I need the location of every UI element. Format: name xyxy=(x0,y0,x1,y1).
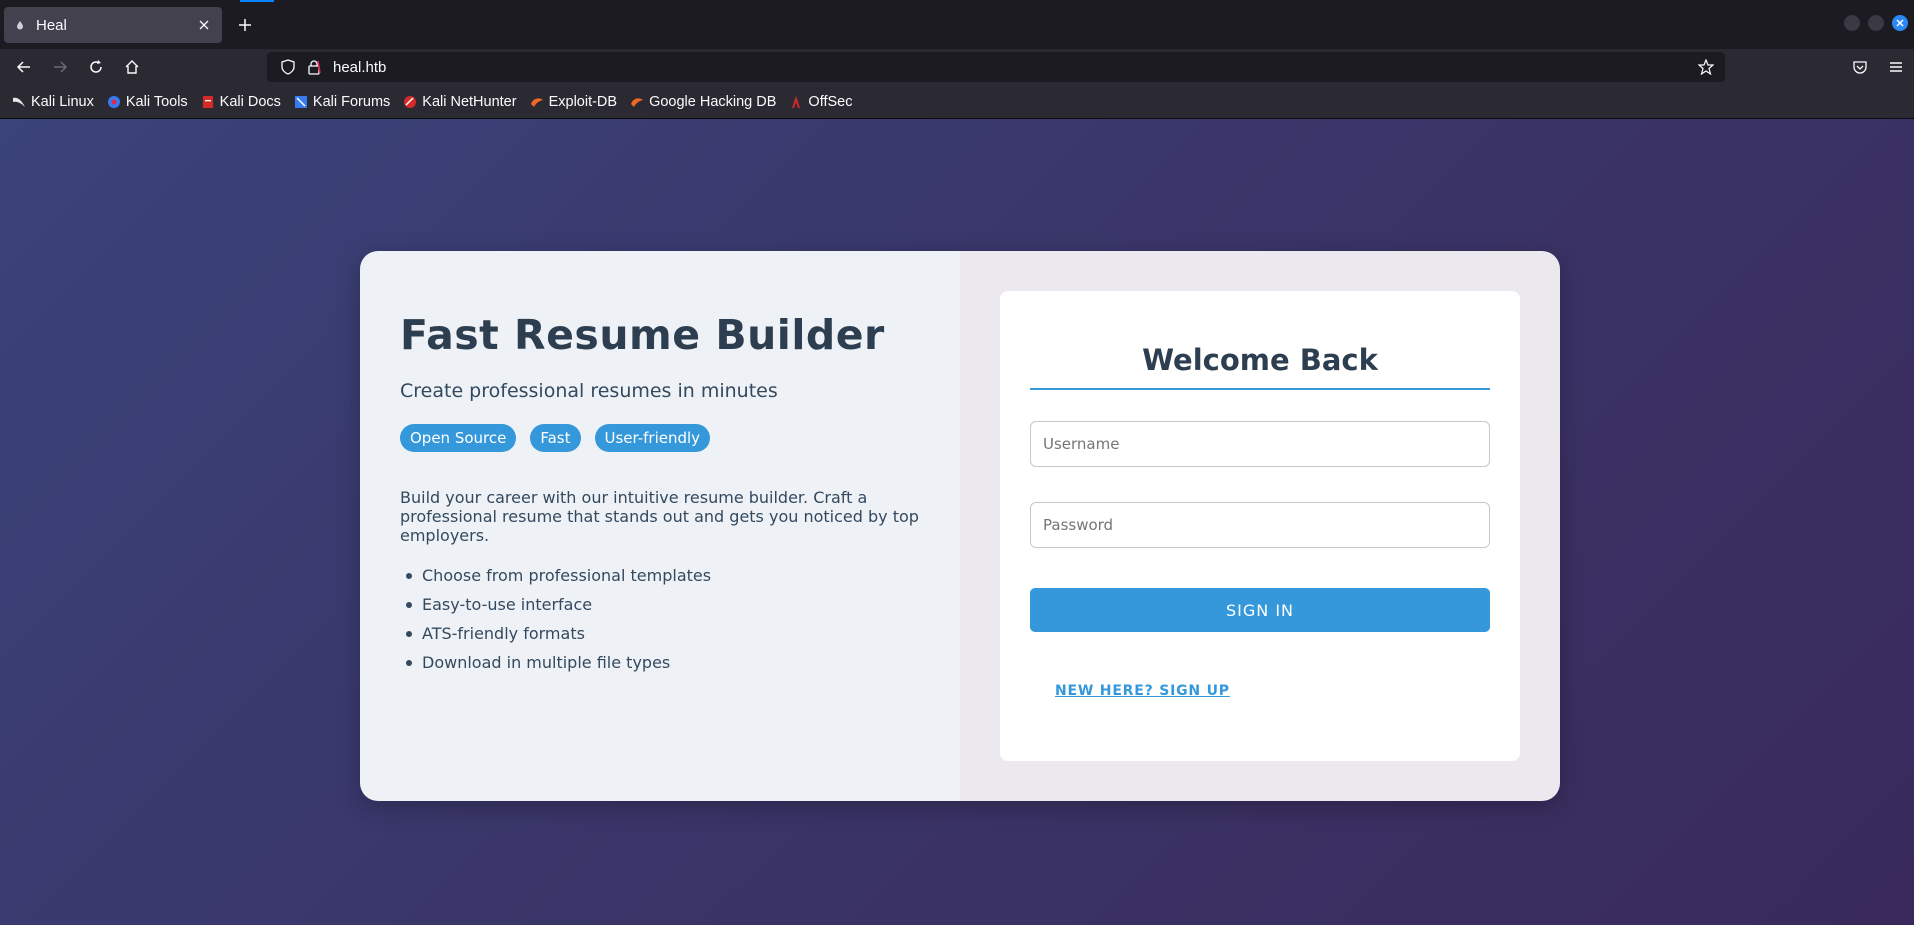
browser-tab[interactable]: Heal xyxy=(4,7,222,43)
bookmark-kali-nethunter[interactable]: Kali NetHunter xyxy=(402,93,517,110)
kali-docs-icon xyxy=(200,94,216,110)
login-card: Fast Resume Builder Create professional … xyxy=(360,251,1560,801)
username-input[interactable] xyxy=(1030,421,1490,467)
list-item: Download in multiple file types xyxy=(400,648,920,677)
bookmark-kali-docs[interactable]: Kali Docs xyxy=(200,94,281,110)
exploit-db-icon xyxy=(529,94,545,110)
close-icon xyxy=(1896,19,1904,27)
window-controls xyxy=(1844,15,1914,31)
list-item: Choose from professional templates xyxy=(400,561,920,590)
bookmark-label: Kali NetHunter xyxy=(422,93,517,110)
bookmark-label: Exploit-DB xyxy=(548,93,618,110)
bullet-icon xyxy=(406,659,412,666)
password-input[interactable] xyxy=(1030,502,1490,548)
bookmark-label: OffSec xyxy=(808,93,853,110)
pocket-button[interactable] xyxy=(1846,53,1874,81)
feature-list: Choose from professional templates Easy-… xyxy=(400,561,920,677)
offsec-icon xyxy=(788,94,804,110)
window-close-button[interactable] xyxy=(1892,15,1908,31)
login-panel: Welcome Back SIGN IN NEW HERE? SIGN UP xyxy=(960,251,1560,801)
reload-icon xyxy=(90,60,102,73)
feature-text: Download in multiple file types xyxy=(422,653,671,673)
kali-dragon-icon xyxy=(11,94,27,110)
tab-title: Heal xyxy=(36,16,67,34)
minimize-button[interactable] xyxy=(1844,15,1860,31)
lock-icon[interactable] xyxy=(305,58,323,76)
maximize-button[interactable] xyxy=(1868,15,1884,31)
kali-forums-icon xyxy=(293,94,309,110)
home-button[interactable] xyxy=(118,53,146,81)
bookmark-offsec[interactable]: OffSec xyxy=(788,94,852,110)
arrow-left-icon xyxy=(16,61,30,73)
forward-button[interactable] xyxy=(46,53,74,81)
tab-bar: Heal xyxy=(0,0,1914,49)
reload-button[interactable] xyxy=(82,53,110,81)
close-icon[interactable] xyxy=(192,13,216,37)
sign-up-link[interactable]: NEW HERE? SIGN UP xyxy=(1055,683,1230,699)
ghdb-icon xyxy=(629,94,645,110)
menu-button[interactable] xyxy=(1882,53,1910,81)
bookmark-label: Kali Tools xyxy=(125,93,188,110)
login-form: Welcome Back SIGN IN NEW HERE? SIGN UP xyxy=(1000,291,1520,761)
kali-tools-icon xyxy=(106,94,122,110)
tab-loading-indicator xyxy=(240,0,274,2)
arrow-right-icon xyxy=(54,61,68,73)
bullet-icon xyxy=(406,572,412,579)
plus-icon xyxy=(239,19,251,31)
bookmark-exploit-db[interactable]: Exploit-DB xyxy=(529,93,618,110)
login-title: Welcome Back xyxy=(1142,343,1378,377)
nethunter-icon xyxy=(402,94,418,110)
feature-text: Choose from professional templates xyxy=(422,566,712,586)
bookmark-google-hacking-db[interactable]: Google Hacking DB xyxy=(629,94,776,110)
sign-in-button[interactable]: SIGN IN xyxy=(1030,588,1490,632)
list-item: ATS-friendly formats xyxy=(400,619,920,648)
hero-title: Fast Resume Builder xyxy=(400,311,885,359)
back-button[interactable] xyxy=(10,53,38,81)
pocket-icon xyxy=(1853,61,1867,74)
bookmark-label: Google Hacking DB xyxy=(649,93,777,110)
tag-open-source: Open Source xyxy=(400,424,517,453)
feature-tags: Open Source Fast User-friendly xyxy=(400,424,920,453)
home-icon xyxy=(125,60,139,74)
url-bar[interactable]: heal.htb xyxy=(267,52,1725,82)
bookmark-kali-forums[interactable]: Kali Forums xyxy=(293,94,390,110)
page-viewport: Fast Resume Builder Create professional … xyxy=(0,119,1914,925)
tag-user-friendly: User-friendly xyxy=(594,424,711,453)
navigation-toolbar: heal.htb xyxy=(0,49,1914,85)
bookmark-kali-linux[interactable]: Kali Linux xyxy=(11,94,94,110)
new-tab-button[interactable] xyxy=(232,12,258,38)
bookmarks-toolbar: Kali Linux Kali Tools Kali Docs Kali For… xyxy=(0,85,1914,119)
bullet-icon xyxy=(406,630,412,637)
hamburger-menu-icon xyxy=(1890,62,1902,72)
feature-text: ATS-friendly formats xyxy=(422,624,585,644)
bullet-icon xyxy=(406,601,412,608)
title-underline xyxy=(1030,388,1490,390)
list-item: Easy-to-use interface xyxy=(400,590,920,619)
bookmark-label: Kali Forums xyxy=(312,93,391,110)
bookmark-star-icon[interactable] xyxy=(1691,52,1721,82)
bookmark-label: Kali Linux xyxy=(31,93,94,110)
tag-fast: Fast xyxy=(530,424,581,453)
url-text[interactable]: heal.htb xyxy=(333,59,1691,76)
shield-icon[interactable] xyxy=(279,58,297,76)
hero-panel: Fast Resume Builder Create professional … xyxy=(360,251,960,801)
site-favicon-icon xyxy=(14,19,26,31)
hero-subtitle: Create professional resumes in minutes xyxy=(400,380,778,403)
bookmark-label: Kali Docs xyxy=(219,93,281,110)
bookmark-kali-tools[interactable]: Kali Tools xyxy=(106,94,188,110)
hero-description: Build your career with our intuitive res… xyxy=(400,488,919,546)
feature-text: Easy-to-use interface xyxy=(422,595,593,615)
